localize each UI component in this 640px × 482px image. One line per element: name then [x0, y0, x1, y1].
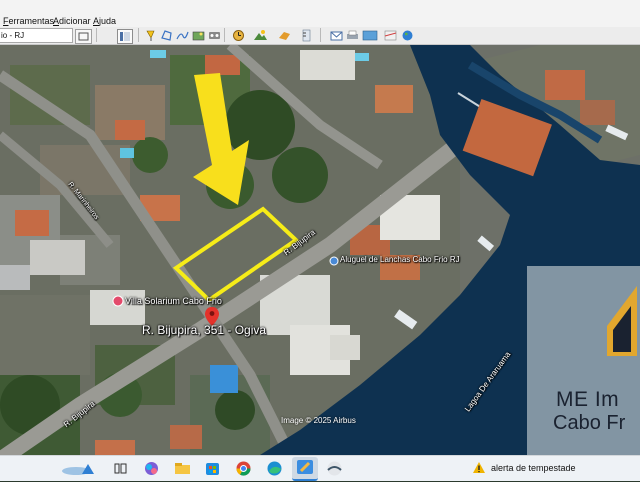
- street-label-main: R. Bijupira, 351 - Ogiva: [142, 323, 267, 337]
- ruler-icon[interactable]: [300, 29, 313, 42]
- maps-icon[interactable]: [384, 29, 397, 42]
- email-icon[interactable]: [330, 29, 343, 42]
- store-icon[interactable]: [204, 460, 221, 477]
- taskbar: alerta de tempestade: [0, 455, 640, 481]
- aluguel-label: Aluguel de Lanchas Cabo Frio RJ: [340, 255, 460, 264]
- hotel-pin-icon[interactable]: [112, 295, 124, 307]
- image-overlay-icon[interactable]: [192, 29, 205, 42]
- tour-icon[interactable]: [208, 29, 221, 42]
- historical-imagery-icon[interactable]: [232, 29, 245, 42]
- polygon-icon[interactable]: [160, 29, 173, 42]
- storm-alert-text[interactable]: alerta de tempestade: [491, 463, 576, 473]
- edge-icon[interactable]: [266, 460, 283, 477]
- sunlight-icon[interactable]: [254, 29, 267, 42]
- placemark-icon[interactable]: [144, 29, 157, 42]
- paint-icon[interactable]: [292, 457, 318, 481]
- boat-rental-pin-icon[interactable]: [329, 256, 339, 266]
- villa-label: Villa Solarium Cabo Frio: [125, 296, 222, 306]
- toolbar-separator: [320, 28, 321, 42]
- google-earth-icon[interactable]: [326, 460, 343, 477]
- save-image-icon[interactable]: [362, 29, 378, 42]
- planets-icon[interactable]: [278, 29, 291, 42]
- chrome-icon[interactable]: [235, 460, 252, 477]
- menu-bar: Ferramentas Adicionar Ajuda: [0, 0, 640, 28]
- file-explorer-icon[interactable]: [174, 460, 191, 477]
- imagery-attribution: Image © 2025 Airbus: [281, 416, 356, 425]
- menu-adicionar[interactable]: Adicionar: [53, 16, 91, 26]
- watermark: ME Im Cabo Fr: [527, 266, 640, 455]
- search-button[interactable]: [75, 29, 92, 44]
- search-input[interactable]: io - RJ: [0, 28, 73, 43]
- toolbar-separator: [138, 28, 139, 42]
- menu-ajuda[interactable]: Ajuda: [93, 16, 116, 26]
- earth-icon[interactable]: [401, 29, 414, 42]
- map-view[interactable]: R. Bijupira, 351 - Ogiva Villa Solarium …: [0, 45, 640, 455]
- toolbar-separator: [224, 28, 225, 42]
- path-icon[interactable]: [176, 29, 189, 42]
- toolbar-separator: [96, 28, 97, 42]
- print-icon[interactable]: [346, 29, 359, 42]
- sidebar-toggle-icon[interactable]: [117, 29, 133, 44]
- watermark-logo-icon: [607, 286, 637, 356]
- storm-alert-icon[interactable]: [472, 461, 486, 475]
- menu-ferramentas[interactable]: Ferramentas: [3, 16, 54, 26]
- watermark-line2: Cabo Fr: [553, 412, 626, 434]
- watermark-line1: ME Im: [556, 388, 620, 411]
- weather-icon[interactable]: [58, 460, 98, 477]
- copilot-icon[interactable]: [143, 460, 160, 477]
- toolbar: io - RJ: [0, 27, 640, 45]
- task-view-icon[interactable]: [112, 460, 129, 477]
